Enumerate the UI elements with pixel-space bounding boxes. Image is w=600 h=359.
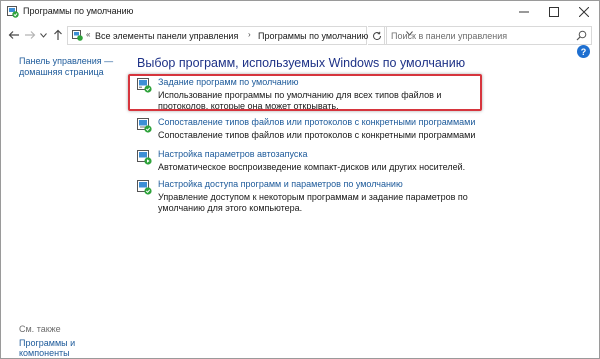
close-button[interactable] <box>569 1 599 23</box>
search-box[interactable] <box>384 26 592 45</box>
help-icon: ? <box>580 46 587 57</box>
program-access-description: Управление доступом к некоторым программ… <box>158 192 468 213</box>
minimize-button[interactable] <box>509 1 539 23</box>
page-title: Выбор программ, используемых Windows по … <box>137 56 466 70</box>
breadcrumb-separator[interactable]: › <box>248 30 251 39</box>
default-programs-icon <box>7 6 19 18</box>
file-associations-link[interactable]: Сопоставление типов файлов или протоколо… <box>158 117 475 127</box>
forward-arrow-icon <box>25 31 36 39</box>
forward-button[interactable] <box>23 28 37 42</box>
search-input[interactable] <box>385 27 575 44</box>
title-bar: Программы по умолчанию <box>1 1 599 23</box>
program-access-link[interactable]: Настройка доступа программ и параметров … <box>158 179 403 189</box>
autoplay-settings-link[interactable]: Настройка параметров автозапуска <box>158 149 308 159</box>
maximize-button[interactable] <box>539 1 569 23</box>
autoplay-settings-description: Автоматическое воспроизведение компакт-д… <box>158 162 466 172</box>
close-icon <box>579 7 589 17</box>
window: Программы по умолчанию « Все элементы па… <box>0 0 600 359</box>
recent-locations-button[interactable] <box>39 28 47 42</box>
see-also-label: См. также <box>19 324 61 334</box>
help-button[interactable]: ? <box>577 45 590 58</box>
control-panel-home-link[interactable]: Панель управления — домашняя страница <box>19 56 117 78</box>
breadcrumb-default-programs[interactable]: Программы по умолчанию <box>258 31 368 41</box>
back-arrow-icon <box>8 31 19 39</box>
search-icon[interactable] <box>576 30 587 41</box>
program-access-icon <box>137 180 152 195</box>
file-associations-icon <box>137 118 152 133</box>
file-associations-description: Сопоставление типов файлов или протоколо… <box>158 130 476 140</box>
refresh-icon <box>373 31 382 40</box>
highlight-box <box>128 74 482 111</box>
programs-and-features-link[interactable]: Программы и компоненты <box>19 338 121 358</box>
chevron-down-icon <box>39 32 47 38</box>
window-title: Программы по умолчанию <box>23 6 134 16</box>
autoplay-icon <box>137 150 152 165</box>
breadcrumb-overflow[interactable]: « <box>86 30 90 39</box>
up-button[interactable] <box>51 28 65 42</box>
address-bar-row: « Все элементы панели управления › Прогр… <box>1 23 599 49</box>
left-pane: Панель управления — домашняя страница См… <box>1 49 121 358</box>
minimize-icon <box>519 11 529 13</box>
control-panel-icon <box>72 30 83 41</box>
up-arrow-icon <box>54 29 62 40</box>
maximize-icon <box>549 7 559 17</box>
address-field[interactable]: « Все элементы панели управления › Прогр… <box>67 26 413 45</box>
breadcrumb-all-control-panel-items[interactable]: Все элементы панели управления <box>95 31 238 41</box>
back-button[interactable] <box>7 28 21 42</box>
